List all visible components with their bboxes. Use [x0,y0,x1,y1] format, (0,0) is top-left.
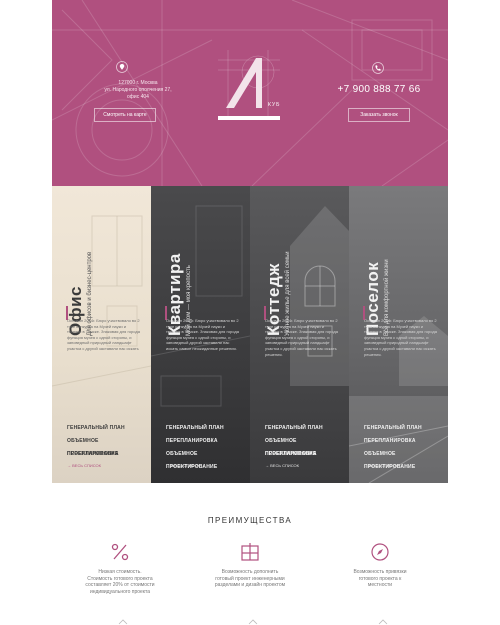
category-link[interactable]: ОБЪЕМНОЕ ПРОЕКТИРОВАНИЕ [67,435,145,457]
advantage-line: разделами и дизайн проектом [214,582,286,588]
page: 127000 г. Москва ул. Народного ополчения… [0,0,500,625]
category-link[interactable]: ГЕНЕРАЛЬНЫЙ ПЛАН [265,422,343,435]
advantage-text: Низкая стоимость. Стоимость готового про… [60,569,180,595]
category-village[interactable]: Поселок Все для комфортной жизни Основан… [349,186,448,483]
advantage-line: индивидуального проекта [89,588,151,595]
advantage-item: Низкая стоимость. Стоимость готового про… [60,541,180,595]
category-link[interactable]: ОБЪЕМНОЕ ПРОЕКТИРОВАНИЕ [265,435,343,457]
phone-number[interactable]: +7 900 888 77 66 [322,84,436,95]
plan-icon [241,543,259,561]
view-map-button[interactable]: Смотреть на карте [94,108,156,122]
request-call-button[interactable]: Заказать звонок [348,108,410,122]
category-description: Основан 2014г. Бюро участвовало во 2 тур… [166,318,239,351]
category-description: Основан 2014г. Бюро участвовало во 2 тур… [364,318,437,357]
category-description: Основан 2014г. Бюро участвовало во 2 тур… [67,318,140,351]
category-apartment[interactable]: Квартира Мой дом — моя крепость Основан … [151,186,250,483]
section-title: ПРЕИМУЩЕСТВА [207,516,293,525]
category-link[interactable]: ГЕНЕРАЛЬНЫЙ ПЛАН [364,422,442,435]
right-margin [448,0,500,625]
address-line: 127000 г. Москва [118,80,158,86]
percent-icon [111,543,129,561]
category-links: ГЕНЕРАЛЬНЫЙ ПЛАН ОБЪЕМНОЕ ПРОЕКТИРОВАНИЕ… [265,422,343,468]
advantage-item: Возможность дополнить готовый проект инж… [190,541,310,589]
address-line: офис 404 [127,94,149,100]
category-description: Основан 2014г. Бюро участвовало во 2 тур… [265,318,338,357]
category-link[interactable]: ГЕНЕРАЛЬНЫЙ ПЛАН [166,422,244,435]
logo [218,50,280,120]
category-links: ГЕНЕРАЛЬНЫЙ ПЛАН ПЕРЕПЛАНИРОВКА ОБЪЕМНОЕ… [364,422,442,470]
category-links: ГЕНЕРАЛЬНЫЙ ПЛАН ОБЪЕМНОЕ ПРОЕКТИРОВАНИЕ… [67,422,145,468]
advantage-item: Возможность привязки готового проекта к … [320,541,440,589]
category-office[interactable]: Офис Для офисов и бизнес-центров Основан… [52,186,151,483]
compass-icon [371,543,389,561]
phone-icon [372,62,384,74]
category-link[interactable]: ГЕНЕРАЛЬНЫЙ ПЛАН [67,422,145,435]
partial-icon [118,619,128,625]
address: 127000 г. Москва ул. Народного ополчения… [76,80,200,101]
advantages-section: ПРЕИМУЩЕСТВА Низкая стоимость. Стоимость… [52,483,448,625]
left-margin [0,0,52,625]
partial-icon [378,619,388,625]
full-list-link[interactable]: → ВЕСЬ СПИСОК [67,463,145,468]
site: 127000 г. Москва ул. Народного ополчения… [52,0,448,625]
category-link[interactable]: ПЕРЕПЛАНИРОВКА [166,435,244,448]
partial-icon [248,619,258,625]
category-link[interactable]: ОБЪЕМНОЕ ПРОЕКТИРОВАНИЕ [166,448,244,470]
address-line: ул. Народного ополчения 27, [104,87,172,93]
full-list-link[interactable]: → ВЕСЬ СПИСОК [265,463,343,468]
category-link[interactable]: ПЕРЕПЛАНИРОВКА [364,435,442,448]
category-links: ГЕНЕРАЛЬНЫЙ ПЛАН ПЕРЕПЛАНИРОВКА ОБЪЕМНОЕ… [166,422,244,470]
category-link[interactable]: ПЕРЕПЛАНИРОВКА [67,448,145,461]
location-pin-icon [116,61,128,73]
advantage-text: Возможность привязки готового проекта к … [320,569,440,589]
category-link[interactable]: ОБЪЕМНОЕ ПРОЕКТИРОВАНИЕ [364,448,442,470]
header: 127000 г. Москва ул. Народного ополчения… [52,0,448,186]
advantage-text: Возможность дополнить готовый проект инж… [190,569,310,589]
logo-letters: КУБ [268,102,281,108]
category-cottage[interactable]: Коттедж Уютное жилье для всей семьи Осно… [250,186,349,483]
advantage-line: местности [367,582,393,588]
category-link[interactable]: ПЕРЕПЛАНИРОВКА [265,448,343,461]
